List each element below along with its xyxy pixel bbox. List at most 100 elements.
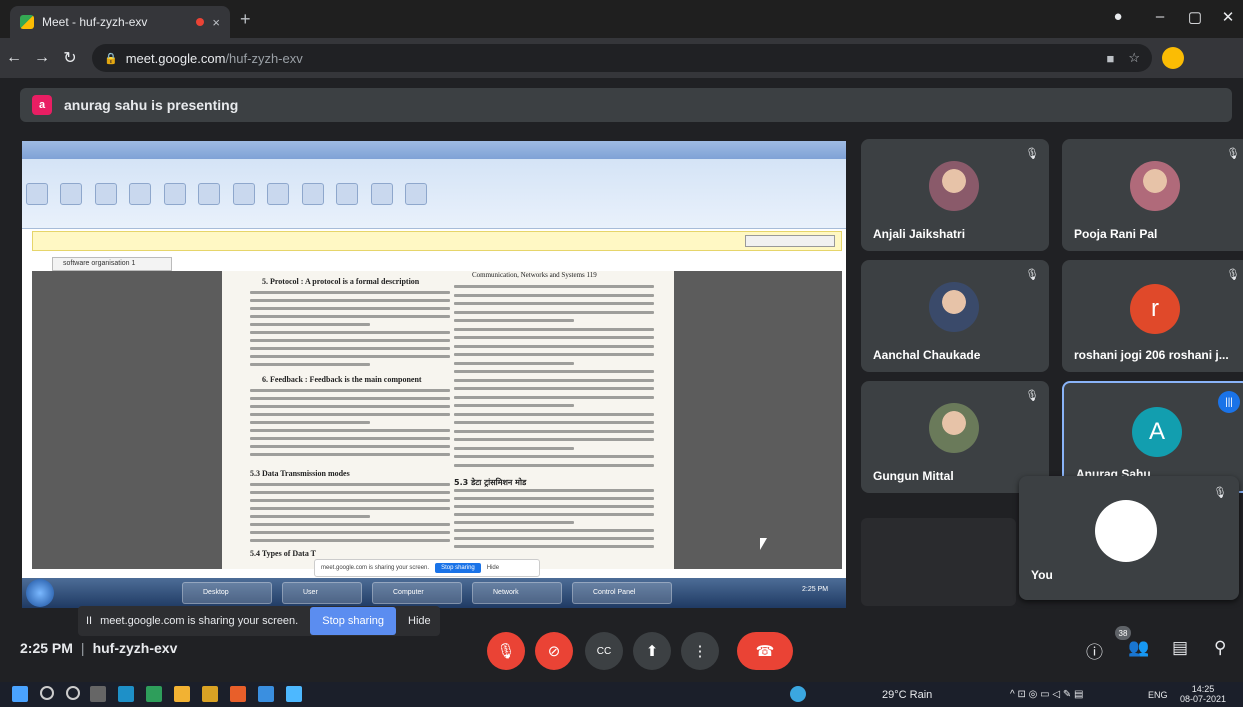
presenting-text: anurag sahu is presenting [64, 97, 239, 113]
system-clock[interactable]: 14:25 08-07-2021 [1180, 684, 1226, 704]
ribbon-tool-icon [163, 183, 186, 205]
doc-text-line [250, 491, 450, 494]
presentation-thumbnail[interactable] [861, 518, 1016, 606]
hang-up-icon: ☎ [755, 643, 775, 660]
end-call-button[interactable]: ☎ [737, 632, 793, 670]
doc-text-line [250, 397, 450, 400]
doc-text-line [454, 336, 654, 339]
ribbon-tool-icon [232, 183, 255, 205]
participant-initial-avatar: A [1132, 407, 1182, 457]
cortana-icon[interactable] [66, 686, 80, 700]
doc-text-line [454, 505, 654, 508]
doc-text-line [454, 378, 654, 382]
ribbon-tool-icon [94, 183, 117, 205]
doc-text-line [250, 355, 450, 358]
protected-view-bar [32, 231, 842, 251]
chrome-icon[interactable] [174, 686, 190, 702]
language-indicator[interactable]: ENG [1148, 690, 1168, 700]
clock-time: 14:25 [1191, 684, 1215, 694]
tab-close-icon[interactable]: × [212, 15, 220, 30]
captions-button[interactable]: CC [585, 632, 623, 670]
windows-start-icon[interactable] [12, 686, 28, 702]
people-icon[interactable]: 👥 [1128, 638, 1149, 658]
chat-icon[interactable]: ▤ [1172, 638, 1188, 658]
profile-circle-icon[interactable]: ● [1098, 8, 1138, 25]
ribbon-tool-icon [404, 183, 427, 205]
doc-text-line [454, 421, 654, 424]
ribbon-tool-icon [26, 183, 48, 205]
hide-button[interactable]: Hide [408, 615, 431, 627]
present-button[interactable]: ⬆ [633, 632, 671, 670]
camera-in-use-icon[interactable]: ■ [1106, 51, 1114, 66]
vscode-icon[interactable] [286, 686, 302, 702]
doc-text-line [454, 537, 654, 540]
notification-app-icon[interactable] [790, 686, 806, 702]
weather-widget[interactable]: 29°C Rain [882, 689, 932, 701]
doc-text-line [454, 395, 654, 399]
meeting-details-icon[interactable]: ⓘ [1086, 638, 1103, 663]
stop-sharing-button[interactable]: Stop sharing [310, 607, 396, 635]
ribbon-tool-icon [129, 183, 152, 205]
doc-text-line [250, 499, 450, 502]
muted-mic-icon: 🎙 [1025, 390, 1039, 402]
camera-off-button[interactable]: ⊘ [535, 632, 573, 670]
more-options-button[interactable]: ⋮ [681, 632, 719, 670]
doc-text-line [250, 307, 450, 310]
doc-text-line [250, 421, 370, 424]
doc-text-line [250, 531, 450, 534]
doc-text-line [454, 353, 654, 356]
meet-favicon-icon [20, 15, 34, 29]
participant-tile[interactable]: 🎙 Pooja Rani Pal [1062, 139, 1243, 251]
doc-text-line [250, 331, 450, 334]
participant-name: Pooja Rani Pal [1074, 227, 1158, 241]
self-view-tile[interactable]: 🎙 You [1019, 476, 1239, 600]
reload-icon[interactable]: ↻ [56, 48, 84, 68]
shared-screen: software organisation 1 5. Protocol : A … [22, 141, 846, 608]
search-icon[interactable] [40, 686, 54, 700]
new-tab-button[interactable]: + [240, 9, 251, 30]
bookmark-star-icon[interactable]: ☆ [1128, 50, 1140, 66]
doc-text-line [454, 285, 654, 288]
system-tray-icons[interactable]: ^ ⊡ ◎ ▭ ◁ ✎ ▤ [1010, 689, 1083, 700]
participant-avatar [1130, 161, 1180, 211]
windows-start-icon [26, 579, 54, 607]
doc-text-line [250, 453, 450, 456]
participant-name: Aanchal Chaukade [873, 348, 981, 362]
presenting-banner: a anurag sahu is presenting [20, 88, 1232, 122]
mic-off-icon: 🎙 [496, 643, 516, 660]
participant-tile[interactable]: 🎙 Aanchal Chaukade [861, 260, 1049, 372]
camera-off-icon: ⊘ [547, 643, 561, 660]
profile-avatar[interactable] [1162, 47, 1184, 69]
close-window-button[interactable]: ✕ [1208, 8, 1243, 26]
activities-icon[interactable]: ⚲ [1214, 638, 1226, 658]
back-arrow-icon[interactable]: ← [0, 49, 28, 67]
excel-icon[interactable] [146, 686, 162, 702]
forward-arrow-icon[interactable]: → [28, 49, 56, 67]
app-icon[interactable] [230, 686, 246, 702]
task-view-icon[interactable] [90, 686, 106, 702]
mouse-cursor-icon [760, 538, 767, 550]
participant-tile[interactable]: 🎙 Gungun Mittal [861, 381, 1049, 493]
url-host: meet.google.com [125, 50, 226, 66]
muted-mic-icon: 🎙 [1025, 269, 1039, 281]
app-icon[interactable] [258, 686, 274, 702]
minimize-button[interactable]: – [1140, 8, 1180, 25]
doc-text-line [454, 310, 654, 314]
mic-off-button[interactable]: 🎙 [487, 632, 525, 670]
doc-text-line [454, 521, 574, 524]
edge-icon[interactable] [118, 686, 134, 702]
participant-tile[interactable]: 🎙 Anjali Jaikshatri [861, 139, 1049, 251]
doc-text-line [454, 513, 654, 516]
enable-editing-button [745, 235, 835, 247]
doc-text-line [454, 319, 574, 322]
doc-heading-feedback: 6. Feedback : Feedback is the main compo… [262, 375, 422, 384]
doc-text-line [454, 497, 654, 500]
doc-text-line [454, 387, 654, 390]
doc-text-line [250, 539, 450, 542]
file-explorer-icon[interactable] [202, 686, 218, 702]
doc-text-line [454, 370, 654, 373]
url-input[interactable]: 🔒 meet.google.com /huf-zyzh-exv ■ ☆ [92, 44, 1152, 72]
browser-tab[interactable]: Meet - huf-zyzh-exv × [10, 6, 230, 38]
participant-tile[interactable]: r 🎙 roshani jogi 206 roshani j... [1062, 260, 1243, 372]
participant-avatar [929, 403, 979, 453]
